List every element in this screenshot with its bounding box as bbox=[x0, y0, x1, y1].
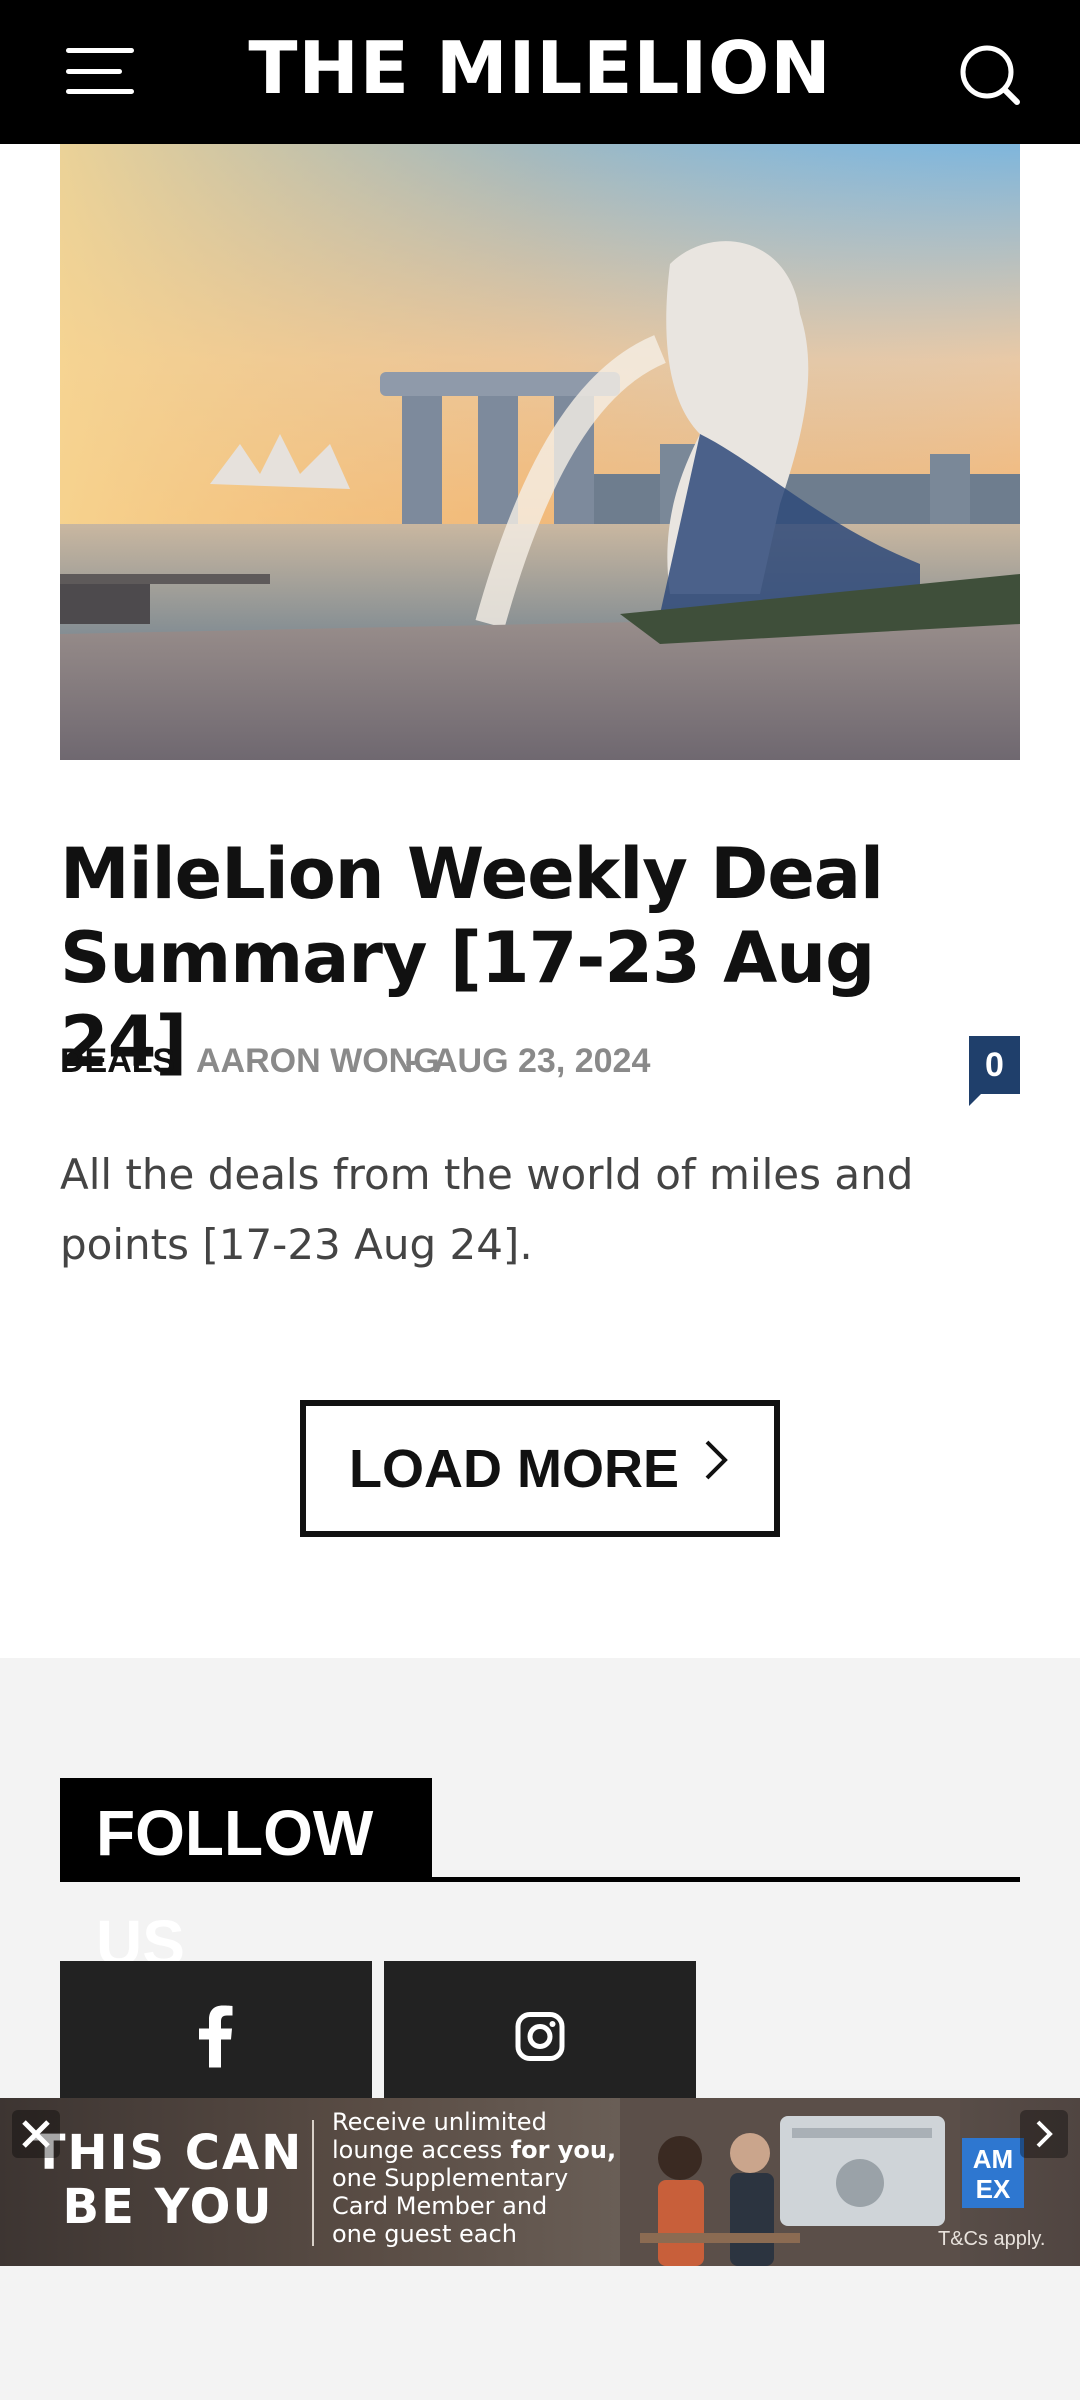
ad-copy-line-2b: for you, bbox=[502, 2136, 617, 2164]
load-more-label: LOAD MORE bbox=[349, 1438, 679, 1499]
article-featured-image[interactable] bbox=[60, 144, 1020, 760]
facebook-button[interactable] bbox=[60, 1961, 372, 2111]
meta-separator: - bbox=[405, 1042, 417, 1080]
follow-us-heading: FOLLOW US bbox=[60, 1778, 432, 1979]
ad-copy-line-2: lounge access bbox=[332, 2136, 503, 2164]
ad-copy-line-4: Card Member and bbox=[332, 2192, 548, 2220]
instagram-button[interactable] bbox=[384, 1961, 696, 2111]
follow-us-heading-block: FOLLOW US bbox=[60, 1778, 1020, 1979]
ad-next-arrow-icon[interactable] bbox=[1020, 2110, 1068, 2158]
ad-copy-line-1: Receive unlimited bbox=[332, 2108, 547, 2136]
ad-copy-line-3: one Supplementary bbox=[332, 2164, 569, 2192]
ad-divider bbox=[312, 2120, 314, 2246]
article-meta: DEALS AARON WONG - AUG 23, 2024 bbox=[60, 1036, 1020, 1086]
site-logo-title[interactable]: THE MILELION bbox=[0, 26, 1080, 110]
category-label[interactable]: DEALS bbox=[60, 1042, 175, 1080]
ad-close-icon[interactable] bbox=[12, 2110, 60, 2158]
amex-logo: AM EX bbox=[962, 2138, 1024, 2208]
load-more-button[interactable]: LOAD MORE bbox=[300, 1400, 780, 1537]
instagram-icon bbox=[515, 2012, 565, 2067]
author-name[interactable]: AARON WONG bbox=[196, 1036, 440, 1086]
publish-date: AUG 23, 2024 bbox=[433, 1042, 651, 1080]
chevron-right-icon bbox=[701, 1433, 731, 1495]
ad-copy: Receive unlimited lounge access for you,… bbox=[332, 2108, 632, 2248]
ad-copy-line-5: one guest each bbox=[332, 2220, 517, 2248]
top-header-bar: THE MILELION bbox=[0, 0, 1080, 144]
ad-headline: THIS CAN BE YOU bbox=[32, 2125, 304, 2235]
search-icon[interactable] bbox=[955, 40, 1025, 110]
comment-count-badge[interactable]: 0 bbox=[969, 1036, 1020, 1106]
advertisement-banner[interactable]: THIS CAN BE YOU Receive unlimited lounge… bbox=[0, 2098, 1080, 2266]
ad-terms: T&Cs apply. bbox=[938, 2228, 1046, 2250]
facebook-icon bbox=[199, 2005, 233, 2073]
article-excerpt: All the deals from the world of miles an… bbox=[60, 1150, 914, 1269]
